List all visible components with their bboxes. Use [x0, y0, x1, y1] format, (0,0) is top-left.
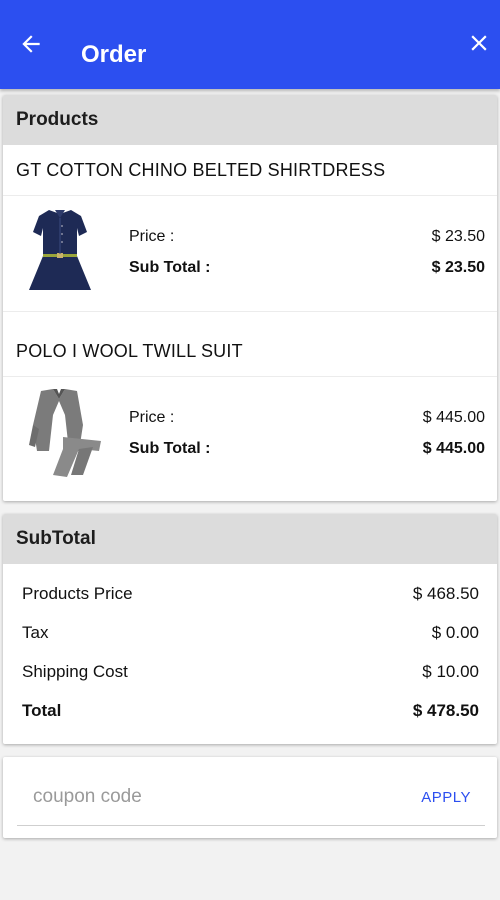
navy-dress-image [29, 210, 91, 290]
subtotal-value: $ 445.00 [422, 440, 485, 457]
summary-label: Products Price [22, 583, 133, 603]
summary-label: Shipping Cost [22, 661, 128, 681]
coupon-underline [17, 825, 485, 826]
apply-button[interactable]: APPLY [413, 784, 479, 810]
summary-value: $ 10.00 [422, 661, 479, 681]
price-label: Price : [129, 409, 175, 426]
products-price-row: Products Price $ 468.50 [3, 574, 497, 613]
coupon-card: APPLY [3, 757, 497, 838]
product-item[interactable]: GT COTTON CHINO BELTED SHIRTDRESS Price … [3, 145, 497, 312]
tax-row: Tax $ 0.00 [3, 613, 497, 652]
summary-value: $ 468.50 [412, 583, 479, 603]
products-card: Products GT COTTON CHINO BELTED SHIRTDRE… [3, 95, 497, 501]
total-row: Total $ 478.50 [3, 691, 497, 730]
subtotal-card: SubTotal Products Price $ 468.50 Tax $ 0… [3, 514, 497, 744]
app-bar: Order [0, 0, 500, 89]
product-name: GT COTTON CHINO BELTED SHIRTDRESS [3, 145, 497, 196]
summary-value: $ 478.50 [412, 700, 479, 720]
coupon-code-input[interactable] [17, 771, 337, 823]
price-label: Price : [129, 228, 175, 245]
product-name: POLO I WOOL TWILL SUIT [3, 326, 497, 377]
close-icon[interactable] [466, 30, 492, 56]
summary-label: Tax [22, 622, 49, 642]
subtotal-value: $ 23.50 [431, 259, 485, 276]
summary-label: Total [22, 700, 62, 720]
products-header: Products [3, 95, 497, 145]
subtotal-header: SubTotal [3, 514, 497, 564]
grey-suit-image [29, 389, 101, 477]
price-value: $ 23.50 [431, 228, 485, 245]
shipping-cost-row: Shipping Cost $ 10.00 [3, 652, 497, 691]
arrow-left-icon[interactable] [18, 31, 44, 57]
summary-value: $ 0.00 [431, 622, 479, 642]
subtotal-label: Sub Total : [129, 440, 211, 457]
subtotal-label: Sub Total : [129, 259, 211, 276]
product-item[interactable]: POLO I WOOL TWILL SUIT Price : $ 445.00 … [3, 326, 497, 492]
page-title: Order [81, 41, 147, 68]
price-value: $ 445.00 [422, 409, 485, 426]
